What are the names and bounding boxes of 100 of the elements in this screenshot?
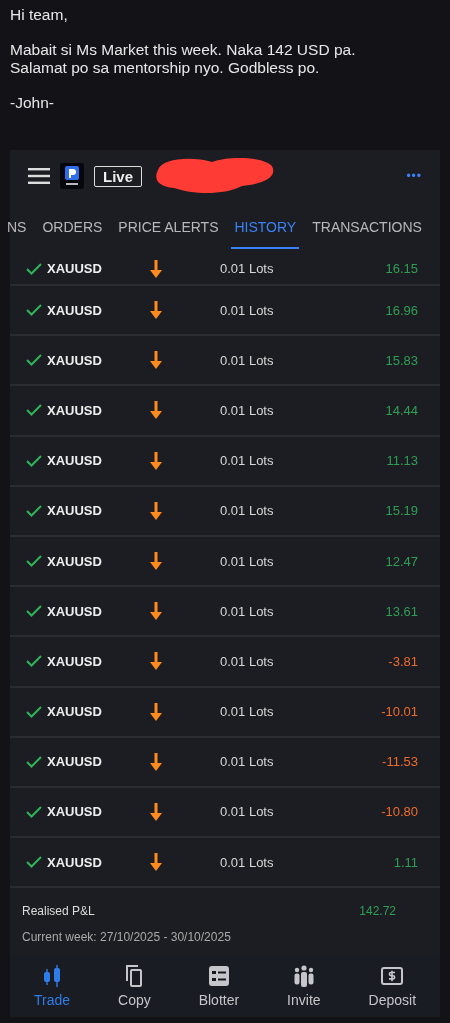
pnl-value: 12.47 — [385, 553, 419, 569]
lots-text: 0.01 Lots — [220, 653, 275, 669]
trade-row[interactable]: XAUUSD 0.01 Lots 16.15 — [10, 253, 440, 284]
symbol-text: XAUUSD — [47, 854, 102, 870]
message-text: Mabait si Ms Market this week. Naka 142 USD pa. Salamat po sa mentorship nyo. Godbless po. — [10, 41, 357, 77]
pnl-value: 13.61 — [385, 603, 419, 619]
down-arrow-icon — [150, 401, 162, 420]
symbol-text: XAUUSD — [47, 302, 102, 318]
message-text: Hi team, — [10, 6, 69, 24]
lots-text: 0.01 Lots — [220, 352, 275, 368]
nav-button[interactable]: Blotter — [192, 962, 246, 1011]
more-button[interactable]: ••• — [406, 169, 422, 183]
down-arrow-icon — [150, 602, 162, 621]
trade-row[interactable]: XAUUSD 0.01 Lots -10.01 — [10, 685, 440, 736]
lots-text: 0.01 Lots — [220, 302, 275, 318]
pnl-value: 16.96 — [385, 302, 419, 318]
trade-row[interactable]: XAUUSD 0.01 Lots -11.53 — [10, 735, 440, 786]
pnl-value: 1.11 — [393, 854, 419, 870]
down-arrow-icon — [150, 752, 162, 771]
trade-row[interactable]: XAUUSD 0.01 Lots 1.11 — [10, 836, 440, 887]
symbol-text: XAUUSD — [47, 503, 102, 519]
tab[interactable]: TRANSACTIONS — [309, 206, 425, 249]
symbol-text: XAUUSD — [47, 553, 102, 569]
check-icon — [26, 404, 42, 417]
tab[interactable]: NS — [4, 206, 30, 249]
pnl-value: 14.44 — [385, 402, 419, 418]
lots-text: 0.01 Lots — [220, 503, 275, 519]
trade-row[interactable]: XAUUSD 0.01 Lots 16.96 — [10, 284, 440, 335]
trade-row[interactable]: XAUUSD 0.01 Lots -10.80 — [10, 785, 440, 837]
down-arrow-icon — [150, 351, 162, 370]
tab[interactable]: HISTORY — [231, 206, 300, 249]
symbol-text: XAUUSD — [47, 653, 102, 669]
people-icon — [291, 964, 316, 989]
lots-text: 0.01 Lots — [220, 261, 275, 276]
lots-text: 0.01 Lots — [220, 754, 275, 770]
menu-icon[interactable] — [28, 168, 50, 184]
tab[interactable]: ORDERS — [39, 206, 106, 249]
lots-text: 0.01 Lots — [220, 402, 275, 418]
trade-row[interactable]: XAUUSD 0.01 Lots -3.81 — [10, 635, 440, 686]
nav-button[interactable]: Trade — [28, 962, 77, 1011]
check-icon — [26, 555, 42, 568]
nav-button[interactable]: Invite — [281, 962, 327, 1011]
pnl-value: 15.19 — [385, 503, 419, 519]
nav-button[interactable]: Copy — [112, 962, 157, 1011]
list-icon — [207, 964, 230, 989]
down-arrow-icon — [150, 652, 162, 671]
check-icon — [26, 755, 42, 768]
tab[interactable]: PRICE ALERTS — [115, 206, 222, 249]
symbol-text: XAUUSD — [47, 402, 102, 418]
pnl-value: 11.13 — [386, 453, 419, 469]
pnl-value: -3.81 — [388, 653, 419, 669]
check-icon — [26, 856, 42, 869]
candlestick-icon — [41, 964, 63, 989]
down-arrow-icon — [150, 451, 162, 470]
symbol-text: XAUUSD — [47, 603, 102, 619]
symbol-text: XAUUSD — [47, 804, 102, 820]
down-arrow-icon — [150, 259, 162, 278]
trade-row[interactable]: XAUUSD 0.01 Lots 15.83 — [10, 334, 440, 385]
check-icon — [26, 454, 42, 467]
period-text: Current week: 27/10/2025 - 30/10/2025 — [22, 930, 232, 945]
realised-pnl-label: Realised P&L — [22, 904, 95, 919]
pnl-value: 15.83 — [385, 352, 419, 368]
lots-text: 0.01 Lots — [220, 704, 275, 720]
check-icon — [26, 354, 42, 367]
trade-row[interactable]: XAUUSD 0.01 Lots 15.19 — [10, 484, 440, 535]
check-icon — [26, 705, 42, 718]
realised-pnl-value: 142.72 — [359, 904, 397, 919]
check-icon — [26, 655, 42, 668]
trade-row[interactable]: XAUUSD 0.01 Lots 14.44 — [10, 384, 440, 435]
down-arrow-icon — [150, 501, 162, 520]
trade-row[interactable]: XAUUSD 0.01 Lots 11.13 — [10, 434, 440, 485]
lots-text: 0.01 Lots — [220, 603, 275, 619]
trade-row[interactable]: XAUUSD 0.01 Lots 13.61 — [10, 585, 440, 636]
lots-text: 0.01 Lots — [220, 804, 275, 820]
symbol-text: XAUUSD — [47, 453, 102, 469]
pnl-value: -10.01 — [381, 704, 419, 720]
lots-text: 0.01 Lots — [220, 453, 275, 469]
down-arrow-icon — [150, 853, 162, 872]
message-text: -John- — [10, 94, 55, 112]
symbol-text: XAUUSD — [47, 352, 102, 368]
symbol-text: XAUUSD — [47, 754, 102, 770]
check-icon — [26, 262, 42, 275]
lots-text: 0.01 Lots — [220, 854, 275, 870]
check-icon — [26, 805, 42, 818]
down-arrow-icon — [150, 552, 162, 571]
symbol-text: XAUUSD — [47, 704, 102, 720]
live-badge: Live — [94, 165, 142, 187]
down-arrow-icon — [150, 702, 162, 721]
check-icon — [26, 304, 42, 317]
pnl-value: -10.80 — [381, 804, 419, 820]
nav-button[interactable]: Deposit — [362, 962, 422, 1011]
down-arrow-icon — [150, 301, 162, 320]
trade-row[interactable]: XAUUSD 0.01 Lots 12.47 — [10, 534, 440, 586]
symbol-text: XAUUSD — [47, 261, 102, 276]
pnl-value: -11.53 — [382, 754, 419, 770]
check-icon — [26, 605, 42, 618]
down-arrow-icon — [150, 802, 162, 821]
pnl-value: 16.15 — [385, 261, 419, 276]
lots-text: 0.01 Lots — [220, 553, 275, 569]
check-icon — [26, 504, 42, 517]
